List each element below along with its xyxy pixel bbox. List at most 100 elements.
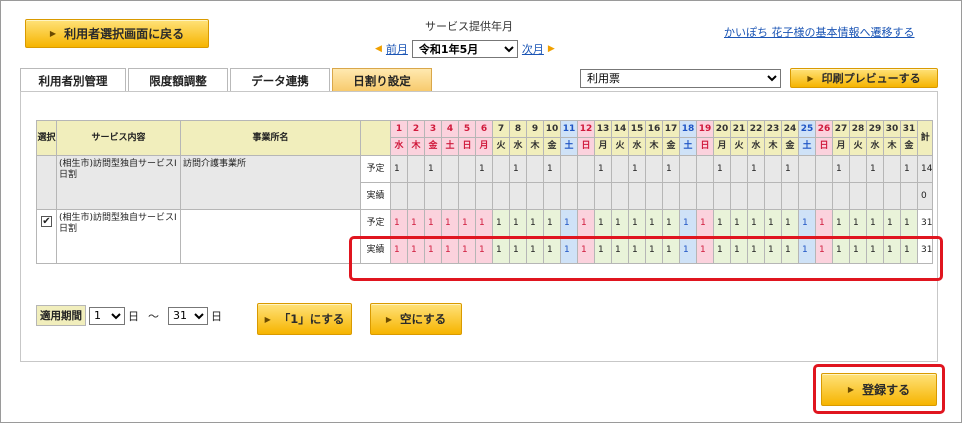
- plan-day-cell[interactable]: 1: [594, 209, 612, 237]
- actual-day-cell[interactable]: [458, 182, 476, 210]
- plan-day-cell[interactable]: 1: [713, 155, 731, 183]
- actual-day-cell[interactable]: [696, 182, 714, 210]
- tab-data-link[interactable]: データ連携: [230, 68, 330, 92]
- form-type-select[interactable]: 利用票: [580, 69, 781, 88]
- actual-day-cell[interactable]: [441, 182, 459, 210]
- plan-day-cell[interactable]: [696, 155, 714, 183]
- plan-day-cell[interactable]: 1: [509, 209, 527, 237]
- actual-day-cell[interactable]: [730, 182, 748, 210]
- plan-day-cell[interactable]: 1: [475, 209, 493, 237]
- plan-day-cell[interactable]: 1: [560, 209, 578, 237]
- clear-button[interactable]: ▶ 空にする: [370, 303, 462, 335]
- plan-day-cell[interactable]: 1: [475, 155, 493, 183]
- plan-day-cell[interactable]: [611, 155, 629, 183]
- actual-day-cell[interactable]: [679, 182, 697, 210]
- plan-day-cell[interactable]: [849, 155, 867, 183]
- actual-day-cell[interactable]: [543, 182, 561, 210]
- plan-day-cell[interactable]: 1: [543, 209, 561, 237]
- plan-day-cell[interactable]: 1: [458, 209, 476, 237]
- actual-day-cell[interactable]: [832, 182, 850, 210]
- actual-day-cell[interactable]: [815, 182, 833, 210]
- plan-day-cell[interactable]: [730, 155, 748, 183]
- actual-day-cell[interactable]: [764, 182, 782, 210]
- period-from-select[interactable]: 1: [89, 306, 125, 325]
- actual-day-cell[interactable]: [747, 182, 765, 210]
- plan-day-cell[interactable]: 1: [611, 209, 629, 237]
- plan-day-cell[interactable]: 1: [645, 209, 663, 237]
- plan-day-cell[interactable]: 1: [883, 209, 901, 237]
- plan-day-cell[interactable]: 1: [815, 209, 833, 237]
- basic-info-link[interactable]: かいぽち 花子様の基本情報へ遷移する: [724, 24, 915, 40]
- plan-day-cell[interactable]: [441, 155, 459, 183]
- plan-day-cell[interactable]: [492, 155, 510, 183]
- plan-day-cell[interactable]: [458, 155, 476, 183]
- plan-day-cell[interactable]: [815, 155, 833, 183]
- plan-day-cell[interactable]: 1: [424, 209, 442, 237]
- actual-day-cell[interactable]: [475, 182, 493, 210]
- plan-day-cell[interactable]: 1: [832, 209, 850, 237]
- row-select-checkbox[interactable]: ✔: [41, 216, 52, 227]
- plan-day-cell[interactable]: [883, 155, 901, 183]
- plan-day-cell[interactable]: 1: [866, 155, 884, 183]
- actual-day-cell[interactable]: [526, 182, 544, 210]
- tab-limit-adjust[interactable]: 限度額調整: [128, 68, 228, 92]
- plan-day-cell[interactable]: [577, 155, 595, 183]
- actual-day-cell[interactable]: [866, 182, 884, 210]
- plan-day-cell[interactable]: 1: [747, 155, 765, 183]
- back-to-user-select-button[interactable]: ▶ 利用者選択画面に戻る: [25, 19, 209, 48]
- plan-day-cell[interactable]: 1: [798, 209, 816, 237]
- actual-day-cell[interactable]: [645, 182, 663, 210]
- plan-day-cell[interactable]: 1: [577, 209, 595, 237]
- actual-day-cell[interactable]: [509, 182, 527, 210]
- set-one-button[interactable]: ▶ 「1」にする: [257, 303, 352, 335]
- plan-day-cell[interactable]: 1: [492, 209, 510, 237]
- register-button[interactable]: ▶ 登録する: [821, 373, 937, 406]
- print-preview-button[interactable]: ▶ 印刷プレビューする: [790, 68, 938, 88]
- plan-day-cell[interactable]: 1: [679, 209, 697, 237]
- actual-day-cell[interactable]: [781, 182, 799, 210]
- plan-day-cell[interactable]: 1: [390, 155, 408, 183]
- tab-user-management[interactable]: 利用者別管理: [20, 68, 126, 92]
- actual-day-cell[interactable]: [577, 182, 595, 210]
- actual-day-cell[interactable]: [849, 182, 867, 210]
- plan-day-cell[interactable]: [407, 155, 425, 183]
- plan-day-cell[interactable]: 1: [628, 155, 646, 183]
- actual-day-cell[interactable]: [424, 182, 442, 210]
- month-select[interactable]: 令和1年5月: [411, 40, 518, 58]
- plan-day-cell[interactable]: 1: [696, 209, 714, 237]
- plan-day-cell[interactable]: 1: [628, 209, 646, 237]
- actual-day-cell[interactable]: [713, 182, 731, 210]
- plan-day-cell[interactable]: 1: [543, 155, 561, 183]
- tab-daily-proration[interactable]: 日割り設定: [332, 68, 432, 92]
- plan-day-cell[interactable]: [645, 155, 663, 183]
- plan-day-cell[interactable]: [764, 155, 782, 183]
- actual-day-cell[interactable]: [662, 182, 680, 210]
- plan-day-cell[interactable]: [560, 155, 578, 183]
- plan-day-cell[interactable]: [798, 155, 816, 183]
- actual-day-cell[interactable]: [798, 182, 816, 210]
- plan-day-cell[interactable]: [526, 155, 544, 183]
- period-to-select[interactable]: 31: [168, 306, 208, 325]
- actual-day-cell[interactable]: [407, 182, 425, 210]
- plan-day-cell[interactable]: 1: [730, 209, 748, 237]
- plan-day-cell[interactable]: 1: [781, 209, 799, 237]
- plan-day-cell[interactable]: 1: [509, 155, 527, 183]
- plan-day-cell[interactable]: 1: [441, 209, 459, 237]
- actual-day-cell[interactable]: [560, 182, 578, 210]
- next-month-link[interactable]: 次月: [522, 41, 544, 57]
- actual-day-cell[interactable]: [390, 182, 408, 210]
- plan-day-cell[interactable]: 1: [407, 209, 425, 237]
- actual-day-cell[interactable]: [594, 182, 612, 210]
- plan-day-cell[interactable]: 1: [781, 155, 799, 183]
- plan-day-cell[interactable]: 1: [526, 209, 544, 237]
- actual-day-cell[interactable]: [492, 182, 510, 210]
- plan-day-cell[interactable]: 1: [832, 155, 850, 183]
- plan-day-cell[interactable]: 1: [747, 209, 765, 237]
- actual-day-cell[interactable]: [883, 182, 901, 210]
- plan-day-cell[interactable]: 1: [849, 209, 867, 237]
- plan-day-cell[interactable]: 1: [713, 209, 731, 237]
- plan-day-cell[interactable]: 1: [594, 155, 612, 183]
- actual-day-cell[interactable]: [611, 182, 629, 210]
- actual-day-cell[interactable]: [628, 182, 646, 210]
- plan-day-cell[interactable]: 1: [390, 209, 408, 237]
